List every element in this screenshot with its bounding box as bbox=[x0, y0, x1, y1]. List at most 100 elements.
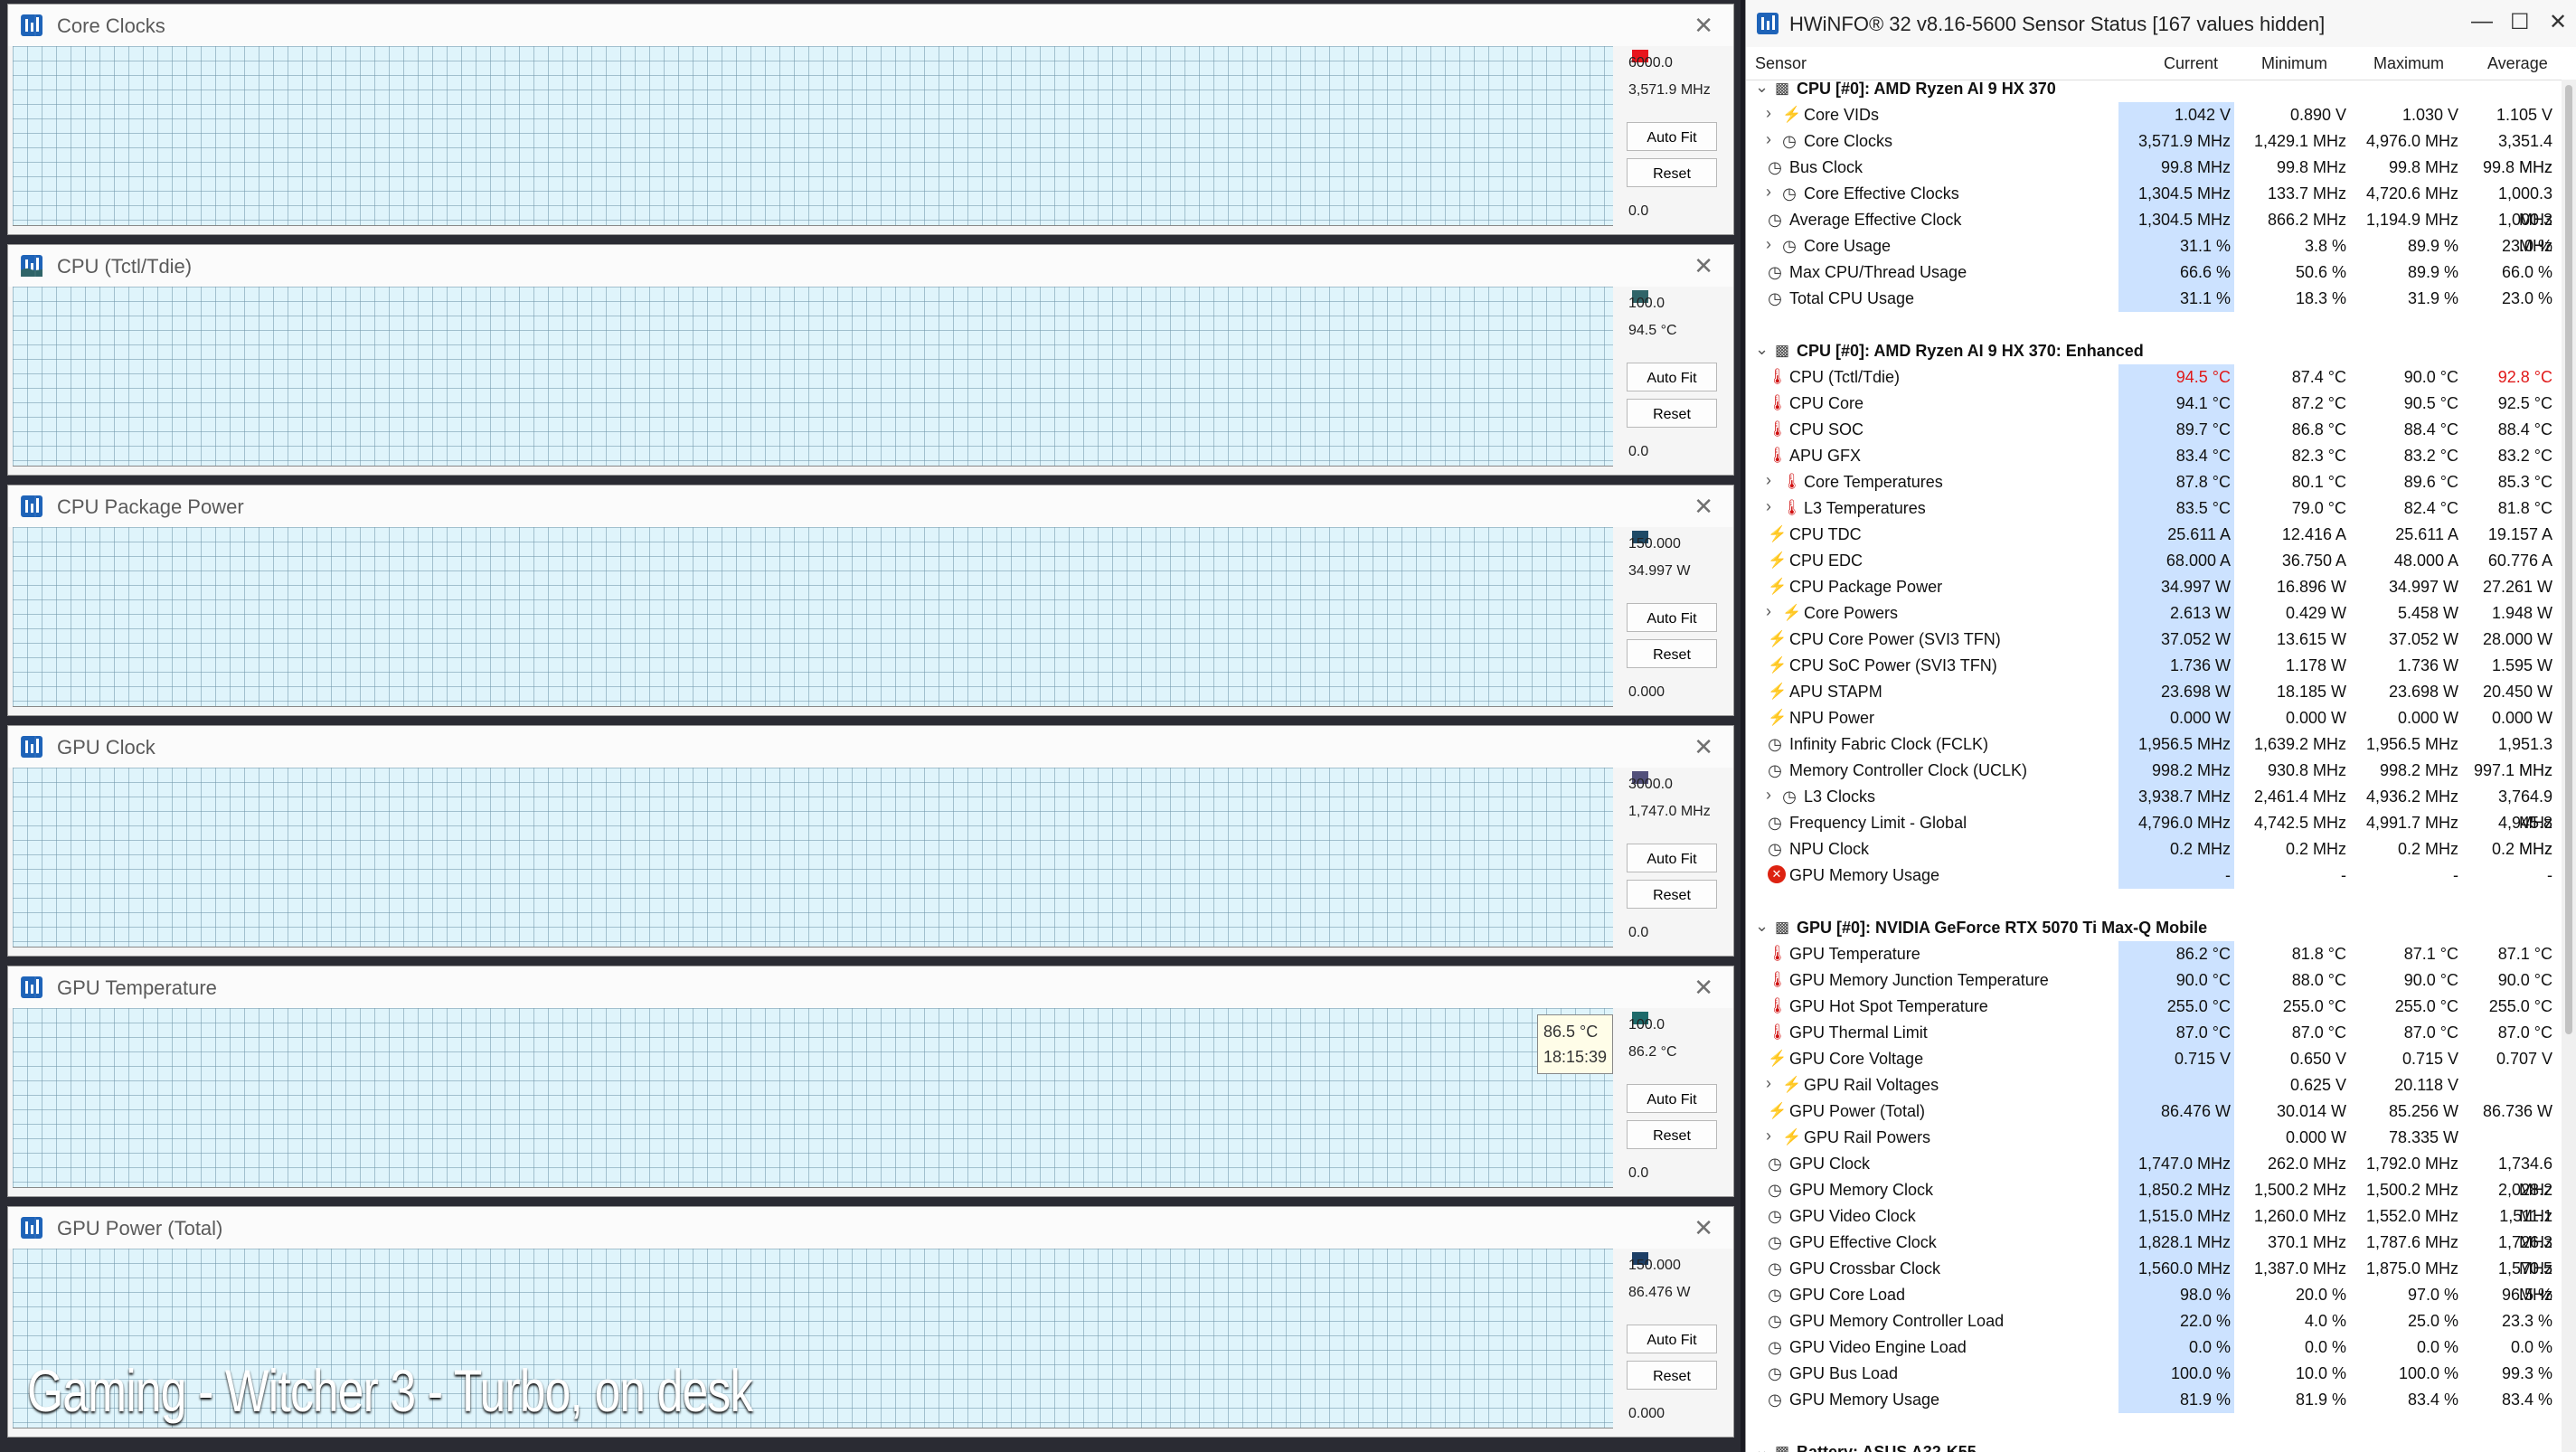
sensor-row[interactable]: › ◷ Core Usage 31.1 % 3.8 % 89.9 % 23.0 … bbox=[1746, 233, 2560, 259]
sensor-row[interactable]: ◷ GPU Crossbar Clock 1,560.0 MHz 1,387.0… bbox=[1746, 1256, 2560, 1304]
sensor-row[interactable]: ◷ GPU Video Clock 1,515.0 MHz 1,260.0 MH… bbox=[1746, 1203, 2560, 1251]
scrollbar-thumb[interactable] bbox=[2565, 85, 2572, 1034]
header-maximum[interactable]: Maximum bbox=[2373, 54, 2444, 73]
sensor-row[interactable]: ✕ GPU Memory Usage - - - - bbox=[1746, 863, 2560, 889]
maximize-icon[interactable]: ☐ bbox=[2510, 9, 2530, 35]
header-average[interactable]: Average bbox=[2487, 54, 2548, 73]
sensor-maximum: 25.611 A bbox=[2395, 525, 2458, 543]
chevron-right-icon[interactable]: › bbox=[1766, 471, 1771, 490]
sensor-row[interactable]: 🌡 GPU Memory Junction Temperature 90.0 °… bbox=[1746, 967, 2560, 994]
close-icon[interactable]: ✕ bbox=[1694, 12, 1713, 40]
sensor-group-row[interactable]: ⌄ ▩ CPU [#0]: AMD Ryzen AI 9 HX 370 bbox=[1746, 76, 2560, 102]
sensor-row[interactable]: 🌡 GPU Temperature 86.2 °C 81.8 °C 87.1 °… bbox=[1746, 941, 2560, 967]
close-icon[interactable]: ✕ bbox=[2549, 9, 2567, 35]
sensor-row[interactable]: › ⚡ GPU Rail Powers 0.000 W 78.335 W bbox=[1746, 1125, 2560, 1151]
sensor-row[interactable]: › 🌡 Core Temperatures 87.8 °C 80.1 °C 89… bbox=[1746, 469, 2560, 495]
close-icon[interactable]: ✕ bbox=[1694, 1214, 1713, 1242]
sensor-row[interactable]: ⚡ CPU Package Power 34.997 W 16.896 W 34… bbox=[1746, 574, 2560, 600]
sensor-row[interactable]: ◷ GPU Effective Clock 1,828.1 MHz 370.1 … bbox=[1746, 1230, 2560, 1278]
window-title: HWiNFO® 32 v8.16-5600 Sensor Status [167… bbox=[1789, 13, 2326, 35]
chevron-right-icon[interactable]: › bbox=[1766, 1074, 1771, 1093]
sensor-group-row[interactable]: ⌄ ▩ GPU [#0]: NVIDIA GeForce RTX 5070 Ti… bbox=[1746, 915, 2560, 941]
sensor-row[interactable]: ⚡ NPU Power 0.000 W 0.000 W 0.000 W 0.00… bbox=[1746, 705, 2560, 731]
graph-max-value: 3000.0 bbox=[1628, 777, 1673, 792]
auto-fit-button[interactable]: Auto Fit bbox=[1627, 844, 1717, 872]
sensor-group-row[interactable]: ⌄ ▩ Battery: ASUS A32-K55 bbox=[1746, 1439, 2560, 1452]
sensor-row[interactable]: ◷ GPU Core Load 98.0 % 20.0 % 97.0 % 96.… bbox=[1746, 1282, 2560, 1308]
sensor-label: L3 Clocks bbox=[1804, 787, 1876, 806]
sensor-row[interactable]: ◷ Average Effective Clock 1,304.5 MHz 86… bbox=[1746, 207, 2560, 255]
sensor-row[interactable]: 🌡 GPU Thermal Limit 87.0 °C 87.0 °C 87.0… bbox=[1746, 1020, 2560, 1046]
sensor-row[interactable]: ◷ Frequency Limit - Global 4,796.0 MHz 4… bbox=[1746, 810, 2560, 858]
chevron-down-icon[interactable]: ⌄ bbox=[1755, 78, 1769, 97]
close-icon[interactable]: ✕ bbox=[1694, 252, 1713, 280]
reset-button[interactable]: Reset bbox=[1627, 880, 1717, 909]
sensor-row[interactable]: 🌡 CPU Core 94.1 °C 87.2 °C 90.5 °C 92.5 … bbox=[1746, 391, 2560, 417]
chevron-right-icon[interactable]: › bbox=[1766, 183, 1771, 202]
auto-fit-button[interactable]: Auto Fit bbox=[1627, 1325, 1717, 1353]
sensor-row[interactable]: ◷ GPU Bus Load 100.0 % 10.0 % 100.0 % 99… bbox=[1746, 1361, 2560, 1387]
reset-button[interactable]: Reset bbox=[1627, 1120, 1717, 1149]
sensor-row[interactable]: › ⚡ Core VIDs 1.042 V 0.890 V 1.030 V 1.… bbox=[1746, 102, 2560, 128]
sensor-row[interactable]: ⚡ GPU Power (Total) 86.476 W 30.014 W 85… bbox=[1746, 1098, 2560, 1125]
sensor-row[interactable]: ◷ GPU Clock 1,747.0 MHz 262.0 MHz 1,792.… bbox=[1746, 1151, 2560, 1199]
chevron-right-icon[interactable]: › bbox=[1766, 497, 1771, 516]
chevron-right-icon[interactable]: › bbox=[1766, 104, 1771, 123]
sensor-row[interactable]: ⚡ CPU EDC 68.000 A 36.750 A 48.000 A 60.… bbox=[1746, 548, 2560, 574]
chevron-right-icon[interactable]: › bbox=[1766, 235, 1771, 254]
sensor-average: 87.0 °C bbox=[2497, 1023, 2552, 1042]
chevron-right-icon[interactable]: › bbox=[1766, 130, 1771, 149]
graph-title-bar: CPU Package Power ✕ bbox=[8, 486, 1733, 527]
auto-fit-button[interactable]: Auto Fit bbox=[1627, 1084, 1717, 1113]
header-sensor[interactable]: Sensor bbox=[1755, 54, 1807, 73]
reset-button[interactable]: Reset bbox=[1627, 399, 1717, 428]
sensor-row[interactable]: ◷ Infinity Fabric Clock (FCLK) 1,956.5 M… bbox=[1746, 731, 2560, 779]
sensor-row[interactable]: ◷ GPU Memory Controller Load 22.0 % 4.0 … bbox=[1746, 1308, 2560, 1334]
auto-fit-button[interactable]: Auto Fit bbox=[1627, 363, 1717, 391]
chevron-right-icon[interactable]: › bbox=[1766, 1127, 1771, 1146]
sensor-row[interactable]: ◷ Bus Clock 99.8 MHz 99.8 MHz 99.8 MHz 9… bbox=[1746, 155, 2560, 181]
close-icon[interactable]: ✕ bbox=[1694, 974, 1713, 1002]
close-icon[interactable]: ✕ bbox=[1694, 493, 1713, 521]
sensor-row[interactable]: ◷ GPU Memory Usage 81.9 % 81.9 % 83.4 % … bbox=[1746, 1387, 2560, 1413]
vertical-scrollbar[interactable] bbox=[2562, 80, 2576, 1452]
auto-fit-button[interactable]: Auto Fit bbox=[1627, 603, 1717, 632]
reset-button[interactable]: Reset bbox=[1627, 1361, 1717, 1390]
sensor-group-row[interactable]: ⌄ ▩ CPU [#0]: AMD Ryzen AI 9 HX 370: Enh… bbox=[1746, 338, 2560, 364]
chevron-right-icon[interactable]: › bbox=[1766, 602, 1771, 621]
sensor-row[interactable]: ◷ Total CPU Usage 31.1 % 18.3 % 31.9 % 2… bbox=[1746, 286, 2560, 312]
sensor-row[interactable]: › ⚡ GPU Rail Voltages 0.625 V 20.118 V bbox=[1746, 1072, 2560, 1098]
chevron-down-icon[interactable]: ⌄ bbox=[1755, 340, 1769, 359]
reset-button[interactable]: Reset bbox=[1627, 158, 1717, 187]
sensor-row[interactable]: › ◷ Core Effective Clocks 1,304.5 MHz 13… bbox=[1746, 181, 2560, 229]
header-minimum[interactable]: Minimum bbox=[2261, 54, 2327, 73]
sensor-row[interactable]: ◷ GPU Video Engine Load 0.0 % 0.0 % 0.0 … bbox=[1746, 1334, 2560, 1361]
sensor-row[interactable]: ◷ Memory Controller Clock (UCLK) 998.2 M… bbox=[1746, 758, 2560, 784]
chevron-down-icon[interactable]: ⌄ bbox=[1755, 1441, 1769, 1452]
sensor-row[interactable]: ⚡ CPU Core Power (SVI3 TFN) 37.052 W 13.… bbox=[1746, 627, 2560, 653]
sensor-row[interactable]: ⚡ GPU Core Voltage 0.715 V 0.650 V 0.715… bbox=[1746, 1046, 2560, 1072]
sensor-row[interactable]: › ◷ Core Clocks 3,571.9 MHz 1,429.1 MHz … bbox=[1746, 128, 2560, 176]
sensor-row[interactable]: ⚡ CPU TDC 25.611 A 12.416 A 25.611 A 19.… bbox=[1746, 522, 2560, 548]
sensor-row[interactable]: › ◷ L3 Clocks 3,938.7 MHz 2,461.4 MHz 4,… bbox=[1746, 784, 2560, 832]
close-icon[interactable]: ✕ bbox=[1694, 733, 1713, 761]
sensor-row[interactable]: › 🌡 L3 Temperatures 83.5 °C 79.0 °C 82.4… bbox=[1746, 495, 2560, 522]
sensor-row[interactable]: 🌡 CPU (Tctl/Tdie) 94.5 °C 87.4 °C 90.0 °… bbox=[1746, 364, 2560, 391]
sensor-row[interactable]: ◷ GPU Memory Clock 1,850.2 MHz 1,500.2 M… bbox=[1746, 1177, 2560, 1225]
sensor-row[interactable]: › ⚡ Core Powers 2.613 W 0.429 W 5.458 W … bbox=[1746, 600, 2560, 627]
sensor-row[interactable]: 🌡 CPU SOC 89.7 °C 86.8 °C 88.4 °C 88.4 °… bbox=[1746, 417, 2560, 443]
chevron-down-icon[interactable]: ⌄ bbox=[1755, 917, 1769, 936]
tooltip-value: 86.5 °C bbox=[1543, 1023, 1599, 1041]
auto-fit-button[interactable]: Auto Fit bbox=[1627, 122, 1717, 151]
sensor-row[interactable]: 🌡 APU GFX 83.4 °C 82.3 °C 83.2 °C 83.2 °… bbox=[1746, 443, 2560, 469]
sensor-row[interactable]: ◷ NPU Clock 0.2 MHz 0.2 MHz 0.2 MHz 0.2 … bbox=[1746, 836, 2560, 863]
sensor-row[interactable]: ◷ Max CPU/Thread Usage 66.6 % 50.6 % 89.… bbox=[1746, 259, 2560, 286]
minimize-icon[interactable]: — bbox=[2471, 9, 2493, 34]
sensor-label: Max CPU/Thread Usage bbox=[1789, 263, 1967, 281]
sensor-row[interactable]: ⚡ CPU SoC Power (SVI3 TFN) 1.736 W 1.178… bbox=[1746, 653, 2560, 679]
chevron-right-icon[interactable]: › bbox=[1766, 786, 1771, 805]
sensor-row[interactable]: ⚡ APU STAPM 23.698 W 18.185 W 23.698 W 2… bbox=[1746, 679, 2560, 705]
reset-button[interactable]: Reset bbox=[1627, 639, 1717, 668]
sensor-row[interactable]: 🌡 GPU Hot Spot Temperature 255.0 °C 255.… bbox=[1746, 994, 2560, 1020]
header-current[interactable]: Current bbox=[2164, 54, 2218, 73]
